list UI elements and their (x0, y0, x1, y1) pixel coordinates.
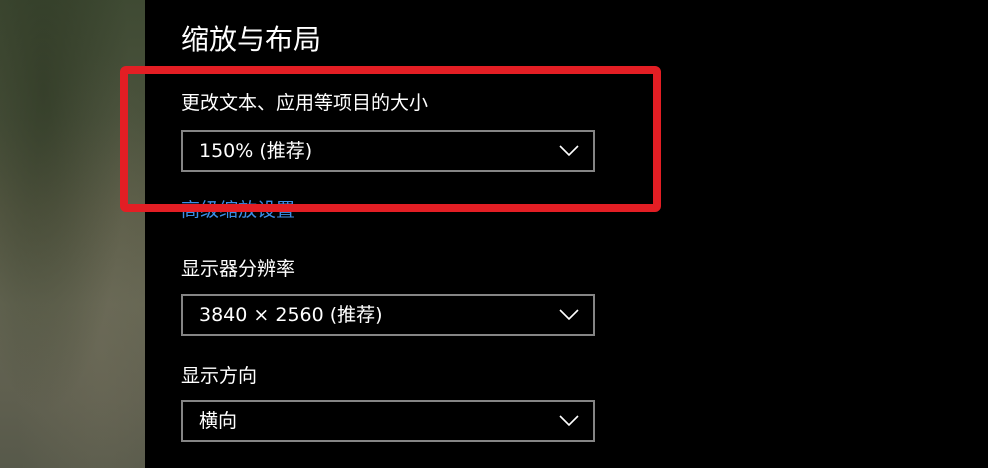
advanced-scaling-link[interactable]: 高级缩放设置 (181, 197, 295, 223)
desktop-wallpaper-strip (0, 0, 145, 468)
orientation-dropdown-value: 横向 (199, 410, 238, 432)
scale-label: 更改文本、应用等项目的大小 (181, 92, 429, 114)
resolution-label: 显示器分辨率 (181, 258, 296, 280)
chevron-down-icon (559, 309, 579, 321)
scale-dropdown-value: 150% (推荐) (199, 140, 313, 162)
display-settings-panel: 缩放与布局 更改文本、应用等项目的大小 150% (推荐) 高级缩放设置 显示器… (145, 0, 988, 468)
orientation-dropdown[interactable]: 横向 (181, 400, 595, 442)
scale-dropdown[interactable]: 150% (推荐) (181, 130, 595, 172)
chevron-down-icon (559, 415, 579, 427)
resolution-dropdown-value: 3840 × 2560 (推荐) (199, 304, 383, 326)
chevron-down-icon (559, 145, 579, 157)
section-title: 缩放与布局 (181, 23, 322, 56)
resolution-dropdown[interactable]: 3840 × 2560 (推荐) (181, 294, 595, 336)
orientation-label: 显示方向 (181, 365, 258, 387)
